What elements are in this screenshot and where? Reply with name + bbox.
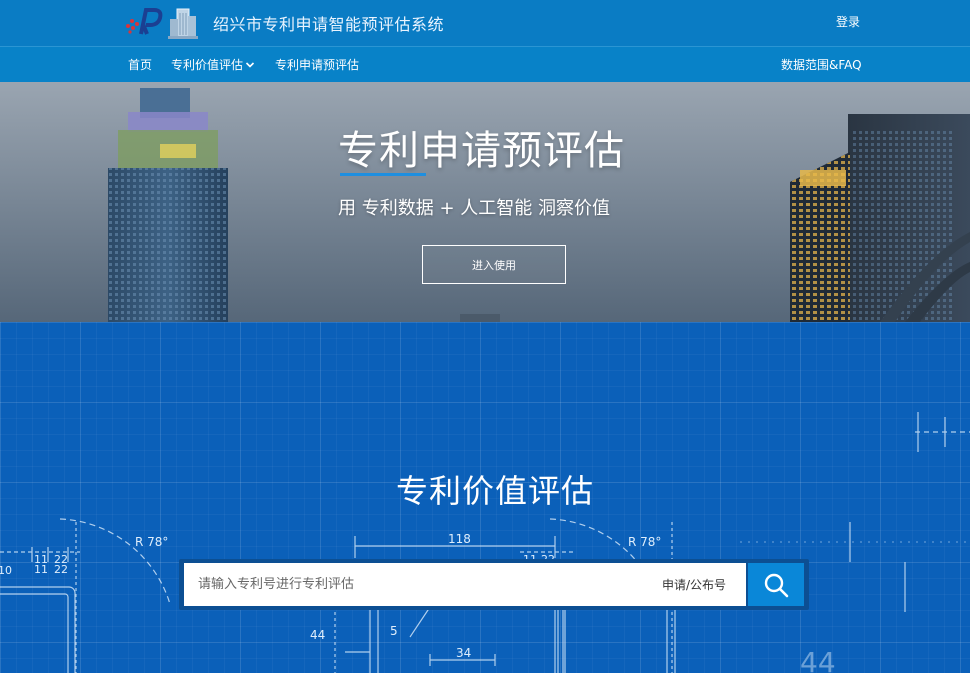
bp-label: 34 [456, 646, 471, 660]
bp-label: 5 [390, 624, 398, 638]
chevron-down-icon [245, 62, 255, 68]
nav-pre-assessment[interactable]: 专利申请预评估 [275, 56, 359, 73]
search-type-selector[interactable]: 申请/公布号 [662, 576, 726, 593]
bp-label: 44 [800, 646, 836, 673]
bp-label: 22 [54, 563, 68, 576]
bp-label: 44 [310, 628, 325, 642]
enter-use-button[interactable]: 进入使用 [422, 245, 566, 284]
nav-faq[interactable]: 数据范围&FAQ [781, 56, 862, 73]
bp-label: 10 [0, 564, 12, 577]
bp-label: R 78° [135, 535, 168, 549]
hero-subtitle: 用 专利数据 + 人工智能 洞察价值 [338, 198, 610, 219]
patent-logo-icon[interactable] [124, 6, 164, 38]
main-nav: 首页 专利价值评估 专利申请预评估 数据范围&FAQ [0, 46, 970, 82]
bp-label: 118 [448, 532, 471, 546]
search-button[interactable] [748, 563, 804, 606]
nav-patent-value-label: 专利价值评估 [171, 58, 244, 72]
hero-banner: 专利申请预评估 用 专利数据 + 人工智能 洞察价值 进入使用 [0, 82, 970, 322]
login-link[interactable]: 登录 [836, 13, 860, 30]
patent-valuation-section: R 78° 118 11 22 R 78° 11 22 10 11 22 44 … [0, 322, 970, 673]
site-title: 绍兴市专利申请智能预评估系统 [213, 15, 445, 34]
hero-title-underline [340, 173, 426, 176]
search-icon [764, 573, 789, 597]
valuation-title: 专利价值评估 [395, 472, 594, 510]
bp-label: 11 [34, 563, 48, 576]
hero-title: 专利申请预评估 [338, 128, 625, 174]
building-logo-icon [168, 8, 198, 39]
nav-patent-value-dropdown[interactable]: 专利价值评估 [171, 56, 255, 73]
bp-label: R 78° [628, 535, 661, 549]
nav-home[interactable]: 首页 [128, 56, 152, 73]
top-header: 绍兴市专利申请智能预评估系统 登录 [0, 0, 970, 46]
